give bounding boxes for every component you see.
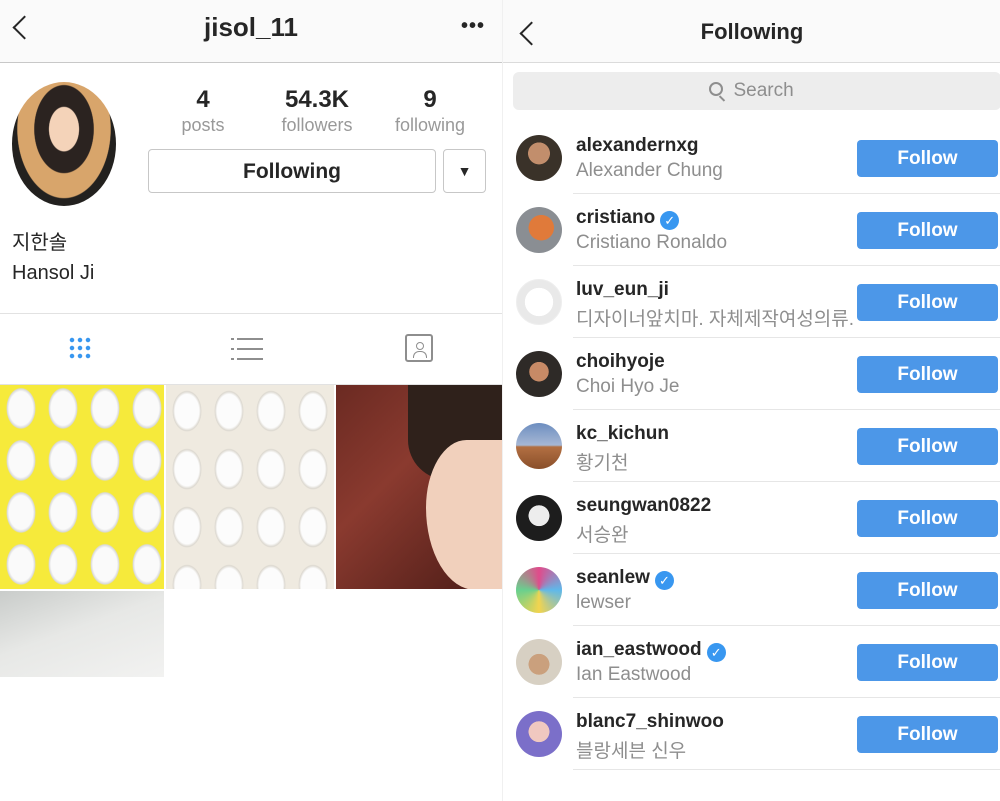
following-count: 9	[423, 86, 437, 113]
profile-name-korean: 지한솔	[12, 232, 68, 254]
verified-badge-icon: ✓	[654, 571, 674, 590]
full-name: Cristiano Ronaldo	[576, 232, 728, 253]
list-item[interactable]: alexandernxg Alexander Chung Follow	[503, 122, 1000, 194]
profile-name-english: Hansol Ji	[12, 262, 95, 284]
profile-view-tabs	[0, 313, 502, 385]
username[interactable]: seanlew ✓	[576, 567, 674, 590]
following-stat[interactable]: 9 following	[385, 86, 475, 136]
full-name: 디자이너앞치마. 자체제작여성의류.	[576, 309, 855, 330]
profile-avatar[interactable]	[12, 82, 116, 206]
follow-button[interactable]: Follow	[857, 428, 998, 465]
username[interactable]: luv_eun_ji	[576, 279, 669, 301]
following-label: following	[394, 115, 466, 135]
avatar[interactable]	[516, 423, 562, 469]
tab-grid[interactable]	[30, 314, 130, 384]
avatar[interactable]	[516, 279, 562, 325]
following-title: Following	[700, 19, 804, 44]
more-options-icon[interactable]: •••	[458, 14, 488, 38]
avatar[interactable]	[516, 711, 562, 757]
avatar[interactable]	[516, 567, 562, 613]
tab-tagged[interactable]	[368, 314, 468, 384]
posts-label: posts	[181, 115, 225, 135]
search-icon	[708, 81, 723, 96]
list-item[interactable]: seungwan0822 서승완 Follow	[503, 482, 1000, 554]
username[interactable]: blanc7_shinwoo	[576, 711, 724, 733]
follow-button[interactable]: Follow	[857, 500, 998, 537]
following-list: alexandernxg Alexander Chung Follow cris…	[503, 122, 1000, 770]
username[interactable]: seungwan0822	[576, 495, 711, 517]
follow-button[interactable]: Follow	[857, 572, 998, 609]
profile-header: jisol_11 •••	[0, 0, 502, 63]
follow-button[interactable]: Follow	[857, 356, 998, 393]
full-name: Alexander Chung	[576, 160, 723, 181]
list-item[interactable]: kc_kichun 황기천 Follow	[503, 410, 1000, 482]
search-input[interactable]	[731, 79, 806, 103]
post-thumbnail[interactable]	[0, 385, 164, 589]
avatar[interactable]	[516, 135, 562, 181]
list-item[interactable]: choihyoje Choi Hyo Je Follow	[503, 338, 1000, 410]
followers-count: 54.3K	[284, 86, 350, 113]
full-name: lewser	[576, 592, 631, 613]
profile-username-title: jisol_11	[204, 12, 298, 42]
grid-icon	[68, 336, 92, 360]
avatar[interactable]	[516, 495, 562, 541]
followers-label: followers	[281, 115, 353, 135]
full-name: Ian Eastwood	[576, 664, 692, 685]
avatar[interactable]	[516, 351, 562, 397]
follow-button[interactable]: Follow	[857, 716, 998, 753]
following-header: Following	[503, 0, 1000, 63]
full-name: Choi Hyo Je	[576, 376, 680, 397]
follow-button[interactable]: Follow	[857, 644, 998, 681]
following-button[interactable]: Following	[148, 149, 436, 193]
list-item[interactable]: ian_eastwood ✓ Ian Eastwood Follow	[503, 626, 1000, 698]
username[interactable]: alexandernxg	[576, 135, 699, 157]
post-thumbnail[interactable]	[166, 385, 334, 589]
username[interactable]: kc_kichun	[576, 423, 669, 445]
list-item[interactable]: luv_eun_ji 디자이너앞치마. 자체제작여성의류. Follow	[503, 266, 1000, 338]
following-screen: Following alexandernxg Alexander Chung F…	[502, 0, 1000, 801]
posts-count: 4	[196, 86, 210, 113]
avatar[interactable]	[516, 207, 562, 253]
follow-button[interactable]: Follow	[857, 140, 998, 177]
list-item[interactable]: blanc7_shinwoo 블랑세븐 신우 Follow	[503, 698, 1000, 770]
username[interactable]: ian_eastwood ✓	[576, 639, 726, 662]
profile-screen: jisol_11 ••• 4 posts 54.3K followers 9 f…	[0, 0, 502, 801]
tagged-person-icon	[405, 334, 433, 362]
verified-badge-icon: ✓	[660, 211, 680, 230]
dropdown-caret-icon[interactable]: ▼	[443, 149, 486, 193]
followers-stat[interactable]: 54.3K followers	[272, 86, 362, 136]
posts-stat[interactable]: 4 posts	[158, 86, 248, 136]
follow-button[interactable]: Follow	[857, 212, 998, 249]
list-item[interactable]: cristiano ✓ Cristiano Ronaldo Follow	[503, 194, 1000, 266]
full-name: 블랑세븐 신우	[576, 741, 687, 762]
follow-button[interactable]: Follow	[857, 284, 998, 321]
list-item[interactable]: seanlew ✓ lewser Follow	[503, 554, 1000, 626]
post-thumbnail[interactable]	[336, 385, 502, 589]
full-name: 서승완	[576, 525, 629, 546]
username[interactable]: choihyoje	[576, 351, 665, 373]
tab-list[interactable]	[199, 314, 299, 384]
avatar[interactable]	[516, 639, 562, 685]
username[interactable]: cristiano ✓	[576, 207, 680, 230]
search-bar[interactable]	[513, 72, 1000, 110]
post-thumbnail[interactable]	[0, 591, 164, 677]
full-name: 황기천	[576, 453, 629, 474]
list-icon	[231, 336, 263, 362]
verified-badge-icon: ✓	[706, 643, 726, 662]
